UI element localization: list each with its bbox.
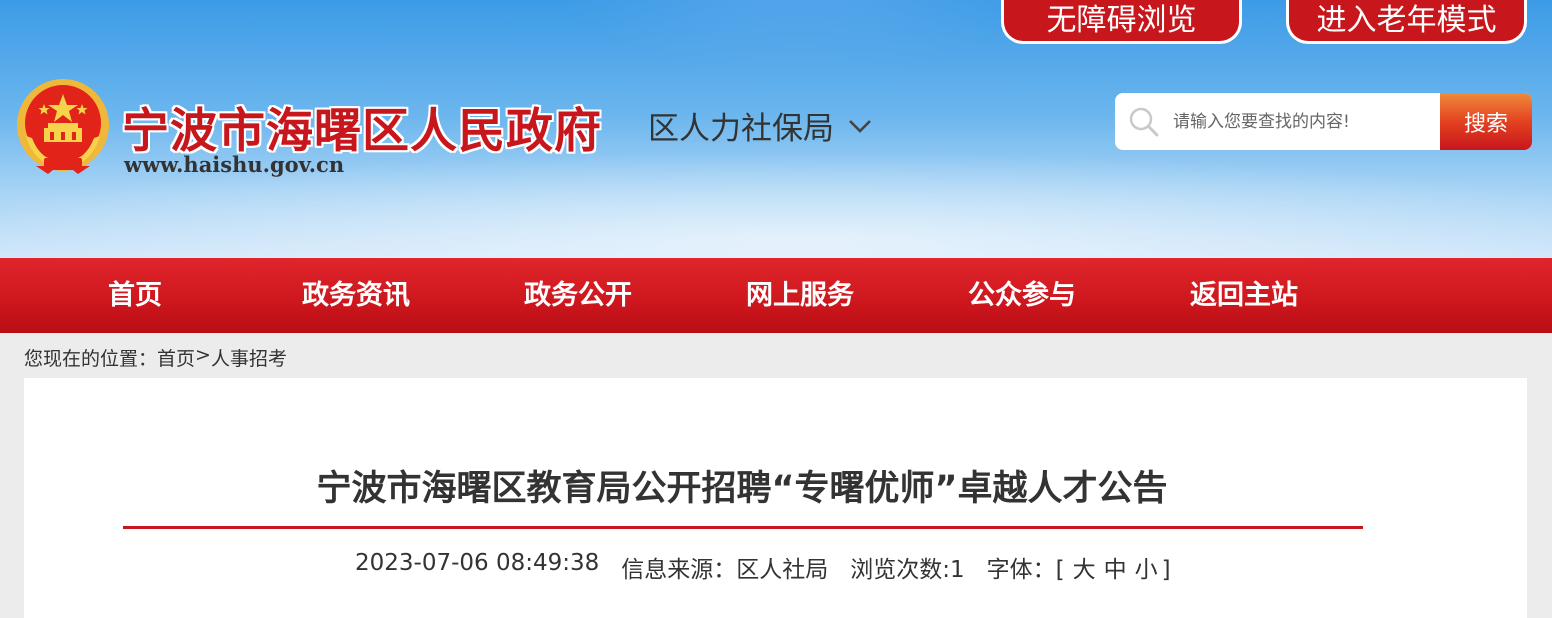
breadcrumb-prefix: 您现在的位置： [24,348,158,370]
nav-item-public-participation[interactable]: 公众参与 [968,258,1076,333]
header-glow [540,0,1060,80]
breadcrumb: 您现在的位置： 首页 > 人事招考 [24,344,287,371]
elder-mode-button[interactable]: 进入老年模式 [1286,0,1527,44]
nav-item-gov-open[interactable]: 政务公开 [524,258,632,333]
title-divider [123,526,1363,529]
breadcrumb-home-link[interactable]: 首页 [157,344,195,371]
article-panel: 宁波市海曙区教育局公开招聘“专曙优师”卓越人才公告 2023-07-06 08:… [24,378,1527,618]
article-title: 宁波市海曙区教育局公开招聘“专曙优师”卓越人才公告 [316,469,1168,509]
search-input[interactable] [1173,93,1440,150]
font-size-control: 字体：[ 大中小] [987,550,1171,584]
breadcrumb-separator: > [195,344,211,366]
department-label: 区人力社保局 [648,111,834,147]
font-large-button[interactable]: 大 [1073,557,1096,583]
nav-item-main-site[interactable]: 返回主站 [1190,258,1298,333]
site-title[interactable]: 宁波市海曙区人民政府 [122,92,602,161]
department-selector[interactable]: 区人力社保局 [648,103,874,148]
site-header: 无障碍浏览 进入老年模式 宁波市海曙区人民政府 www.haishu.gov.c… [0,0,1552,258]
search-icon [1115,93,1173,150]
main-nav: 首页 政务资讯 政务公开 网上服务 公众参与 返回主站 [0,258,1552,333]
accessible-browse-button[interactable]: 无障碍浏览 [1001,0,1242,44]
publish-datetime: 2023-07-06 08:49:38 [355,550,600,576]
chevron-down-icon [849,119,871,133]
national-emblem-icon [17,79,109,174]
info-source: 信息来源：区人社局 [621,557,829,583]
font-size-label: 字体：[ [986,557,1065,583]
nav-item-online-service[interactable]: 网上服务 [746,258,854,333]
font-small-button[interactable]: 小 [1135,557,1158,583]
nav-item-home[interactable]: 首页 [108,258,162,333]
font-medium-button[interactable]: 中 [1104,557,1127,583]
font-size-close-bracket: ] [1161,557,1171,583]
site-url: www.haishu.gov.cn [124,152,345,177]
search-bar: 搜索 [1115,93,1532,150]
view-count: 浏览次数:1 [850,557,965,583]
search-button[interactable]: 搜索 [1440,93,1532,150]
nav-item-news[interactable]: 政务资讯 [302,258,410,333]
breadcrumb-current-link[interactable]: 人事招考 [211,344,287,371]
article-meta: 2023-07-06 08:49:38 信息来源：区人社局 浏览次数:1 字体：… [355,550,1171,584]
